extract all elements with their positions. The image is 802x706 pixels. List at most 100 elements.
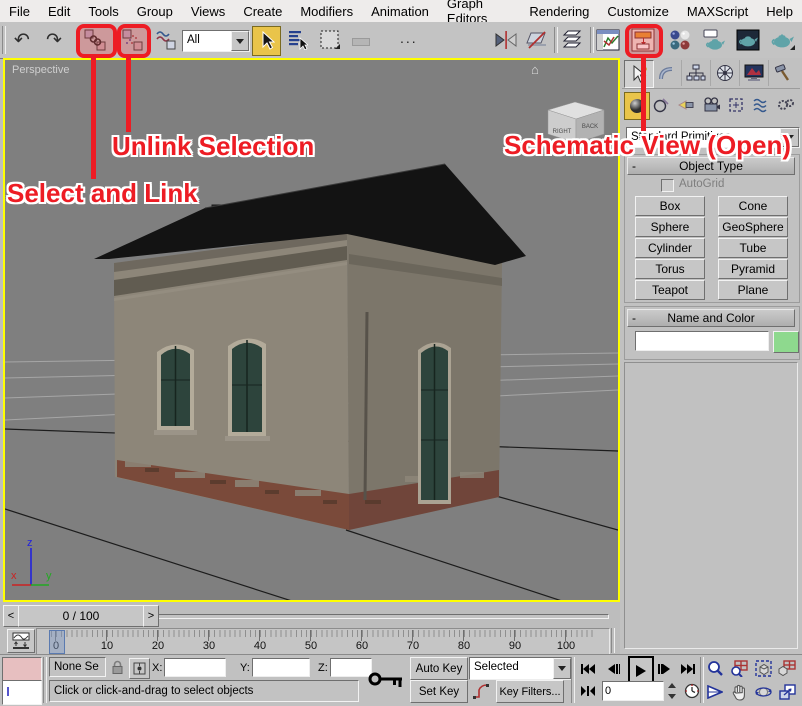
menu-modifiers[interactable]: Modifiers xyxy=(291,1,362,22)
selection-filter-dropdown[interactable]: All xyxy=(182,30,250,52)
autogrid-checkbox[interactable] xyxy=(661,179,674,192)
subtab-lights[interactable] xyxy=(674,92,698,118)
menu-group[interactable]: Group xyxy=(128,1,182,22)
tab-display[interactable] xyxy=(740,60,769,86)
button-geosphere[interactable]: GeoSphere xyxy=(718,217,788,237)
rectangular-selection-region-button[interactable] xyxy=(316,26,344,54)
current-frame-marker[interactable] xyxy=(49,630,65,654)
rollout-collapse-icon[interactable]: - xyxy=(632,159,636,173)
maximize-viewport-toggle[interactable] xyxy=(776,681,798,703)
button-plane[interactable]: Plane xyxy=(718,280,788,300)
menu-views[interactable]: Views xyxy=(182,1,234,22)
zoom-all-button[interactable] xyxy=(728,657,750,679)
redo-button[interactable]: ↷ xyxy=(40,26,68,54)
button-tube[interactable]: Tube xyxy=(718,238,788,258)
viewport-label[interactable]: Perspective xyxy=(12,64,69,76)
tab-motion[interactable] xyxy=(711,60,740,86)
menu-maxscript[interactable]: MAXScript xyxy=(678,1,757,22)
set-key-button[interactable]: Set Key xyxy=(410,680,468,703)
x-coordinate-field[interactable] xyxy=(164,658,226,677)
menu-customize[interactable]: Customize xyxy=(598,1,677,22)
render-production-button[interactable] xyxy=(768,26,796,54)
menu-tools[interactable]: Tools xyxy=(79,1,127,22)
orbit-button[interactable] xyxy=(752,681,774,703)
name-color-header[interactable]: - Name and Color xyxy=(627,309,795,327)
button-pyramid[interactable]: Pyramid xyxy=(718,259,788,279)
zoom-extents-button[interactable] xyxy=(752,657,774,679)
selection-filter-arrow[interactable] xyxy=(231,31,249,51)
menu-help[interactable]: Help xyxy=(757,1,802,22)
zoom-all-icon xyxy=(730,660,748,677)
name-color-rollout: - Name and Color xyxy=(624,306,800,360)
auto-key-button[interactable]: Auto Key xyxy=(410,657,468,680)
undo-button[interactable]: ↶ xyxy=(8,26,36,54)
current-frame-field[interactable] xyxy=(602,681,664,701)
subtab-cameras[interactable] xyxy=(699,92,723,118)
next-frame-arrow[interactable]: > xyxy=(143,605,159,627)
go-to-start-button[interactable] xyxy=(578,658,598,679)
tab-utilities[interactable] xyxy=(769,60,797,86)
button-cylinder[interactable]: Cylinder xyxy=(635,238,705,258)
curve-editor-button[interactable] xyxy=(594,26,622,54)
name-color-title: Name and Color xyxy=(667,311,754,325)
menu-rendering[interactable]: Rendering xyxy=(520,1,598,22)
subtab-space-warps[interactable] xyxy=(749,92,773,118)
previous-frame-arrow[interactable]: < xyxy=(3,605,19,627)
material-editor-button[interactable] xyxy=(666,26,694,54)
go-to-end-button[interactable] xyxy=(678,658,698,679)
menu-create[interactable]: Create xyxy=(234,1,291,22)
absolute-offset-toggle[interactable] xyxy=(129,658,150,679)
button-box[interactable]: Box xyxy=(635,196,705,216)
statusbar-splitter[interactable] xyxy=(43,657,47,703)
macro-recorder-line[interactable] xyxy=(2,657,42,681)
tab-modify[interactable] xyxy=(653,60,682,86)
tab-create[interactable] xyxy=(624,60,654,88)
menu-edit[interactable]: Edit xyxy=(39,1,79,22)
subtab-helpers[interactable] xyxy=(724,92,748,118)
rollout-collapse-icon[interactable]: - xyxy=(632,311,636,325)
key-mode-arrow[interactable] xyxy=(553,658,571,679)
key-filters-button[interactable]: Key Filters... xyxy=(496,680,564,703)
key-mode-dropdown[interactable]: Selected xyxy=(469,657,572,680)
align-button[interactable] xyxy=(523,26,551,54)
render-setup-button[interactable] xyxy=(700,26,728,54)
viewcube-home-icon[interactable]: ⌂ xyxy=(531,62,539,77)
undo-icon: ↶ xyxy=(14,31,30,50)
set-keys-button[interactable] xyxy=(364,657,408,701)
subtab-geometry[interactable] xyxy=(624,92,650,120)
time-slider-handle[interactable]: 0 / 100 xyxy=(18,605,144,627)
menu-animation[interactable]: Animation xyxy=(362,1,438,22)
tab-hierarchy[interactable] xyxy=(682,60,711,86)
button-cone[interactable]: Cone xyxy=(718,196,788,216)
field-of-view-button[interactable] xyxy=(704,681,726,703)
button-torus[interactable]: Torus xyxy=(635,259,705,279)
menu-file[interactable]: File xyxy=(0,1,39,22)
key-icon xyxy=(368,669,404,689)
key-mode-toggle-button[interactable] xyxy=(578,681,598,701)
zoom-button[interactable] xyxy=(704,657,726,679)
rendered-frame-window-button[interactable] xyxy=(734,26,762,54)
layer-manager-button[interactable] xyxy=(558,26,586,54)
object-name-input[interactable] xyxy=(635,331,769,351)
open-mini-curve-editor-button[interactable] xyxy=(7,629,35,653)
frame-spinner[interactable] xyxy=(666,681,678,701)
y-coordinate-field[interactable] xyxy=(252,658,310,677)
time-configuration-button[interactable] xyxy=(682,681,702,701)
button-sphere[interactable]: Sphere xyxy=(635,217,705,237)
selection-lock-toggle[interactable] xyxy=(108,658,126,677)
subtab-shapes[interactable] xyxy=(649,92,673,118)
bind-to-space-warp-button[interactable] xyxy=(152,26,180,54)
select-object-button[interactable] xyxy=(252,26,281,56)
default-tangent-button[interactable] xyxy=(469,680,492,701)
pan-view-button[interactable] xyxy=(728,681,750,703)
next-frame-button[interactable] xyxy=(654,658,674,679)
previous-frame-button[interactable] xyxy=(604,658,624,679)
object-color-swatch[interactable] xyxy=(773,331,799,353)
button-teapot[interactable]: Teapot xyxy=(635,280,705,300)
select-by-name-button[interactable] xyxy=(284,26,311,54)
subtab-systems[interactable] xyxy=(774,92,798,118)
track-bar-ruler[interactable]: 0 10 20 30 40 50 60 70 80 90 100 xyxy=(36,628,610,655)
zoom-extents-all-button[interactable] xyxy=(776,657,798,679)
mirror-button[interactable] xyxy=(492,26,520,54)
listener-line[interactable] xyxy=(2,680,42,705)
